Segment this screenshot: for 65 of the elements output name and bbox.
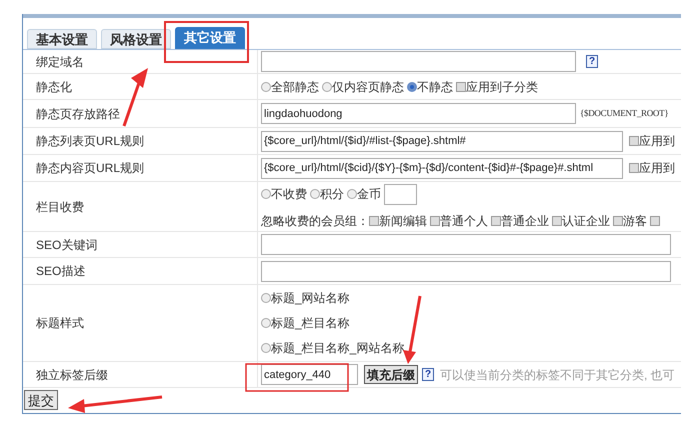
checkbox[interactable] — [369, 216, 379, 226]
option-label: 标题_栏目名称_网站名称 — [271, 340, 404, 357]
checkbox[interactable] — [456, 82, 466, 92]
option-label: 不静态 — [417, 78, 453, 96]
checkbox[interactable] — [650, 216, 660, 226]
radio-button[interactable] — [261, 189, 271, 199]
field-label: 绑定域名 — [36, 54, 84, 70]
field-label: 静态化 — [36, 78, 72, 96]
arrow — [122, 68, 148, 126]
option-label: 标题_栏目名称 — [271, 315, 350, 332]
group-label: 忽略收费的会员组： — [261, 212, 369, 230]
checkbox[interactable] — [430, 216, 440, 226]
input-field[interactable]: lingdaohuodong — [261, 103, 576, 124]
checkbox[interactable] — [491, 216, 501, 226]
option-label: 不收费 — [271, 186, 307, 203]
option-label: 新闻编辑 — [379, 212, 427, 230]
option-label: 认证企业 — [562, 212, 610, 230]
option-label: 仅内容页静态 — [332, 78, 404, 96]
radio-button[interactable] — [261, 318, 271, 328]
arrow — [403, 296, 422, 364]
checkbox[interactable] — [613, 216, 623, 226]
help-icon[interactable]: ? — [422, 368, 434, 381]
path-note: {$DOCUMENT_ROOT} — [580, 106, 668, 120]
checkbox[interactable] — [629, 163, 639, 173]
field-label: SEO描述 — [36, 263, 86, 280]
radio-button[interactable] — [261, 82, 271, 92]
checkbox[interactable] — [552, 216, 562, 226]
option-label: 标题_网站名称 — [271, 290, 350, 307]
submit-button[interactable]: 提交 — [24, 390, 58, 410]
hint-text: 可以使当前分类的标签不同于其它分类, 也可 — [440, 366, 675, 384]
radio-button[interactable] — [322, 82, 332, 92]
input-field[interactable] — [261, 51, 576, 72]
input-field[interactable]: {$core_url}/html/{$cid}/{$Y}-{$m}-{$d}/content-{$id}#-{$page}#.shtml — [261, 158, 623, 178]
tab[interactable]: 风格设置 — [101, 29, 171, 49]
tab[interactable]: 其它设置 — [175, 27, 245, 49]
radio-button[interactable] — [261, 343, 271, 353]
option-label: 金币 — [357, 186, 381, 203]
option-label: 积分 — [320, 186, 344, 203]
input-field[interactable]: {$core_url}/html/{$id}/#list-{$page}.shtml# — [261, 130, 623, 152]
option-label: 普通个人 — [440, 212, 488, 230]
option-label: 全部静态 — [271, 78, 319, 96]
help-icon[interactable]: ? — [586, 55, 598, 68]
input-field[interactable] — [261, 260, 671, 282]
field-label: 栏目收费 — [36, 198, 84, 216]
radio-button[interactable] — [407, 82, 417, 92]
field-label: SEO关键词 — [36, 236, 98, 254]
radio-button[interactable] — [261, 293, 271, 303]
radio-button[interactable] — [347, 189, 357, 199]
option-label: 应用到子分类 — [466, 78, 538, 96]
field-label: 静态内容页URL规则 — [36, 160, 144, 177]
field-label: 静态页存放路径 — [36, 106, 120, 122]
option-label: 普通企业 — [501, 212, 549, 230]
fill-suffix-button[interactable]: 填充后缀 — [364, 365, 418, 384]
tab[interactable]: 基本设置 — [27, 29, 97, 49]
input-field[interactable] — [384, 184, 417, 204]
option-label: 应用到 — [639, 160, 675, 177]
option-label: 游客 — [623, 212, 647, 230]
field-label: 标题样式 — [36, 315, 84, 332]
field-label: 静态列表页URL规则 — [36, 133, 144, 150]
radio-button[interactable] — [310, 189, 320, 199]
field-label: 独立标签后缀 — [36, 366, 108, 384]
input-field[interactable]: category_440 — [261, 364, 358, 385]
option-label: 应用到 — [639, 133, 675, 150]
checkbox[interactable] — [629, 136, 639, 146]
input-field[interactable] — [261, 234, 671, 255]
